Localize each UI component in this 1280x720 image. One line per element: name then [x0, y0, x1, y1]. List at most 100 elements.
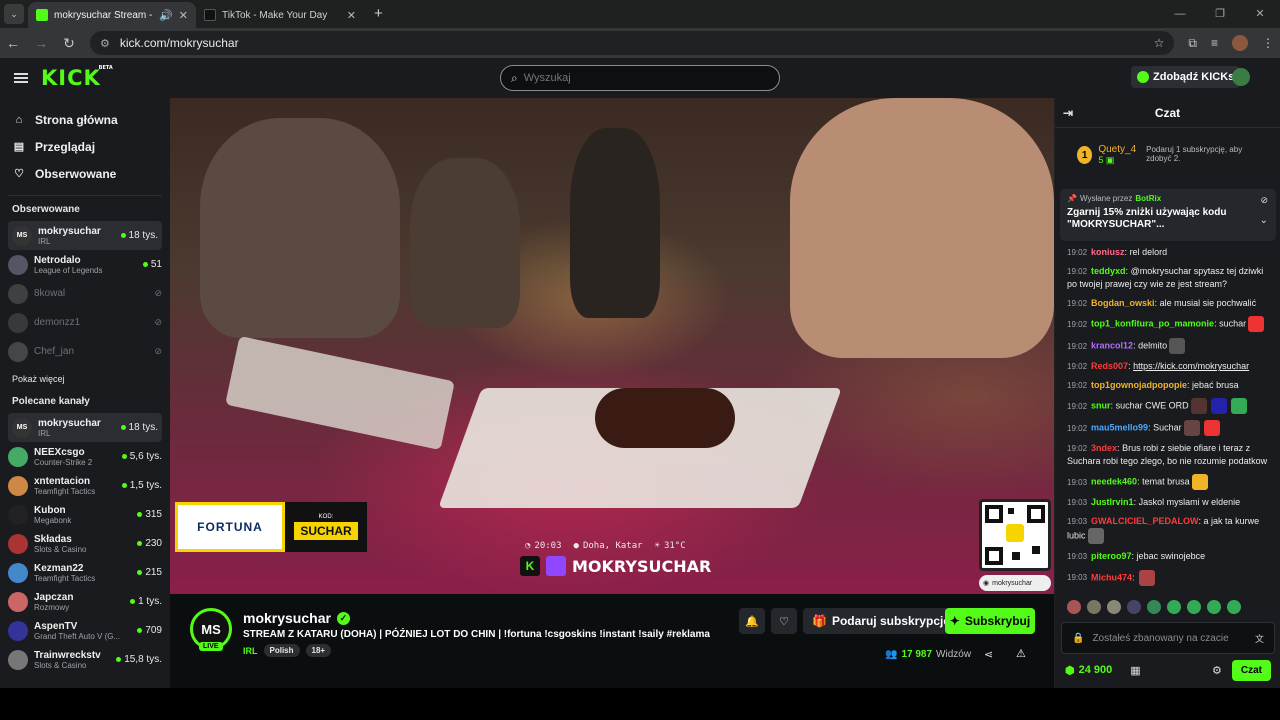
- gear-icon[interactable]: ⚙: [1212, 664, 1222, 677]
- message-username[interactable]: piteroo97: [1091, 551, 1132, 561]
- channel-row[interactable]: Kubon Megabonk 315: [0, 500, 170, 529]
- share-icon[interactable]: ⋖: [984, 648, 993, 661]
- live-dot-icon: [137, 628, 143, 633]
- minimize-icon[interactable]: —: [1160, 0, 1200, 28]
- category-link[interactable]: IRL: [243, 646, 258, 656]
- url-field[interactable]: ⚙ kick.com/mokrysuchar ☆: [90, 31, 1175, 55]
- channel-row[interactable]: Składas Slots & Casino 230: [0, 529, 170, 558]
- tab-search-button[interactable]: ⌄: [4, 4, 24, 24]
- channel-row[interactable]: demonzz1 ⊘: [0, 308, 170, 337]
- channel-row[interactable]: MS mokrysuchar IRL 18 tys.: [8, 413, 162, 442]
- emote-icon[interactable]: [1127, 600, 1141, 614]
- menu-icon[interactable]: ⋮: [1262, 36, 1274, 50]
- report-icon[interactable]: ⚠: [1016, 647, 1026, 660]
- window-controls: — ❐ ✕: [1160, 0, 1280, 28]
- channel-row[interactable]: Netrodalo League of Legends 51: [0, 250, 170, 279]
- pinned-message[interactable]: 📌 Wysłane przez BotRix Zgarnij 15% zniżki…: [1060, 189, 1276, 241]
- speaker-icon[interactable]: 🔊: [159, 9, 173, 22]
- emote-icon[interactable]: [1087, 600, 1101, 614]
- viewer-count: 1 tys.: [130, 596, 162, 607]
- emote-icon[interactable]: [1207, 600, 1221, 614]
- close-tab-icon[interactable]: ✕: [347, 9, 356, 22]
- close-tab-icon[interactable]: ✕: [179, 9, 188, 22]
- new-tab-icon[interactable]: +: [374, 5, 383, 22]
- channel-category: Counter-Strike 2: [34, 457, 93, 467]
- channel-row[interactable]: xntentacion Teamfight Tactics 1,5 tys.: [0, 471, 170, 500]
- emote-icon[interactable]: [1167, 600, 1181, 614]
- show-more-link[interactable]: Pokaż więcej: [0, 374, 170, 384]
- maximize-icon[interactable]: ❐: [1200, 0, 1240, 28]
- notification-bell-button[interactable]: 🔔: [739, 608, 765, 634]
- close-window-icon[interactable]: ✕: [1240, 0, 1280, 28]
- viewer-count: 👥 17 987 Widzów: [885, 649, 972, 660]
- message-username[interactable]: snur: [1091, 401, 1111, 411]
- chat-input[interactable]: 🔒 Zostałeś zbanowany na czacie 文: [1061, 622, 1275, 654]
- message-username[interactable]: Bogdan_owski: [1091, 298, 1155, 308]
- channel-avatar: [8, 504, 28, 525]
- message-username[interactable]: Justlrvin1: [1091, 497, 1134, 507]
- gifter-name[interactable]: Quety_4: [1098, 144, 1136, 155]
- unpin-icon[interactable]: ⊘: [1260, 195, 1268, 206]
- nav-following[interactable]: ♡ Obserwowane: [0, 160, 170, 187]
- video-player[interactable]: FORTUNA KOD: SUCHAR ◉ mokrysuchar ◔ 20:0…: [170, 98, 1054, 594]
- message-username[interactable]: teddyxd: [1091, 266, 1126, 276]
- search-bar[interactable]: ⌕: [500, 65, 780, 91]
- subscribe-button[interactable]: ✦ Subskrybuj: [945, 608, 1035, 634]
- message-username[interactable]: top1_konfitura_po_mamonie: [1091, 319, 1214, 329]
- channel-name: 8kowal: [34, 288, 66, 299]
- kick-logo[interactable]: KICK BETA: [41, 65, 113, 90]
- message-username[interactable]: krancol12: [1091, 341, 1133, 351]
- hamburger-menu-icon[interactable]: [14, 73, 28, 83]
- browser-tab-tiktok[interactable]: TikTok - Make Your Day ✕: [196, 2, 364, 28]
- message-username[interactable]: top1gownojadpopopie: [1091, 380, 1187, 390]
- channel-name: xntentacion: [34, 475, 91, 487]
- chevron-down-icon[interactable]: ⌄: [1260, 215, 1268, 226]
- channel-row[interactable]: MS mokrysuchar IRL 18 tys.: [8, 221, 162, 250]
- message-username[interactable]: Reds007: [1091, 361, 1128, 371]
- profile-avatar[interactable]: [1232, 35, 1248, 51]
- send-chat-button[interactable]: Czat: [1231, 659, 1271, 681]
- channel-row[interactable]: Kezman22 Teamfight Tactics 215: [0, 558, 170, 587]
- tag-pill[interactable]: Polish: [263, 644, 300, 657]
- gift-subs-button[interactable]: 🎁 Podaruj subskrypcje: [803, 608, 959, 634]
- user-avatar[interactable]: [1232, 68, 1250, 86]
- media-control-icon[interactable]: ≡: [1211, 36, 1218, 50]
- message-username[interactable]: needek460: [1091, 477, 1137, 487]
- bookmark-star-icon[interactable]: ☆: [1154, 36, 1165, 50]
- translate-icon[interactable]: 文: [1255, 632, 1264, 645]
- channel-row[interactable]: 8kowal ⊘: [0, 279, 170, 308]
- forward-icon[interactable]: →: [34, 35, 48, 51]
- message-username[interactable]: koniusz: [1091, 247, 1125, 257]
- extensions-icon[interactable]: ⧉: [1188, 36, 1197, 51]
- reload-icon[interactable]: ↻: [62, 35, 76, 52]
- follow-button[interactable]: ♡: [771, 608, 797, 634]
- store-icon[interactable]: ▦: [1130, 664, 1140, 677]
- back-icon[interactable]: ←: [6, 35, 20, 51]
- message-text[interactable]: https://kick.com/mokrysuchar: [1133, 361, 1249, 371]
- get-kicks-button[interactable]: Zdobądź KICKs: [1131, 66, 1241, 88]
- message-time: 19:02: [1067, 299, 1088, 309]
- emote-icon[interactable]: [1227, 600, 1241, 614]
- site-info-icon[interactable]: ⚙: [100, 37, 110, 50]
- emote-icon[interactable]: [1147, 600, 1161, 614]
- nav-home[interactable]: ⌂ Strona główna: [0, 106, 170, 133]
- channel-row[interactable]: Chef_jan ⊘: [0, 337, 170, 366]
- emote-icon[interactable]: [1107, 600, 1121, 614]
- channel-row[interactable]: Japczan Rozmowy 1 tys.: [0, 587, 170, 616]
- emote-icon[interactable]: [1187, 600, 1201, 614]
- message-username[interactable]: GWALCICIEL_PEDALOW: [1091, 516, 1199, 526]
- streamer-name[interactable]: mokrysuchar ✓: [243, 610, 350, 626]
- channel-row[interactable]: AspenTV Grand Theft Auto V (G... 709: [0, 616, 170, 645]
- message-username[interactable]: mau5mello99: [1091, 423, 1148, 433]
- nav-browse[interactable]: ▤ Przeglądaj: [0, 133, 170, 160]
- browser-tab-kick[interactable]: mokrysuchar Stream - Watch 🔊 ✕: [28, 2, 196, 28]
- collapse-chat-icon[interactable]: ⇥: [1063, 106, 1073, 120]
- message-username[interactable]: 3ndex: [1091, 443, 1117, 453]
- channel-row[interactable]: Trainwreckstv Slots & Casino 15,8 tys.: [0, 645, 170, 674]
- channel-row[interactable]: NEEXcsgo Counter-Strike 2 5,6 tys.: [0, 442, 170, 471]
- message-username[interactable]: Michu474: [1091, 572, 1132, 582]
- tag-pill[interactable]: 18+: [305, 644, 332, 657]
- channel-points[interactable]: ⬢ 24 900: [1065, 664, 1112, 677]
- search-input[interactable]: [523, 72, 666, 84]
- emote-icon[interactable]: [1067, 600, 1081, 614]
